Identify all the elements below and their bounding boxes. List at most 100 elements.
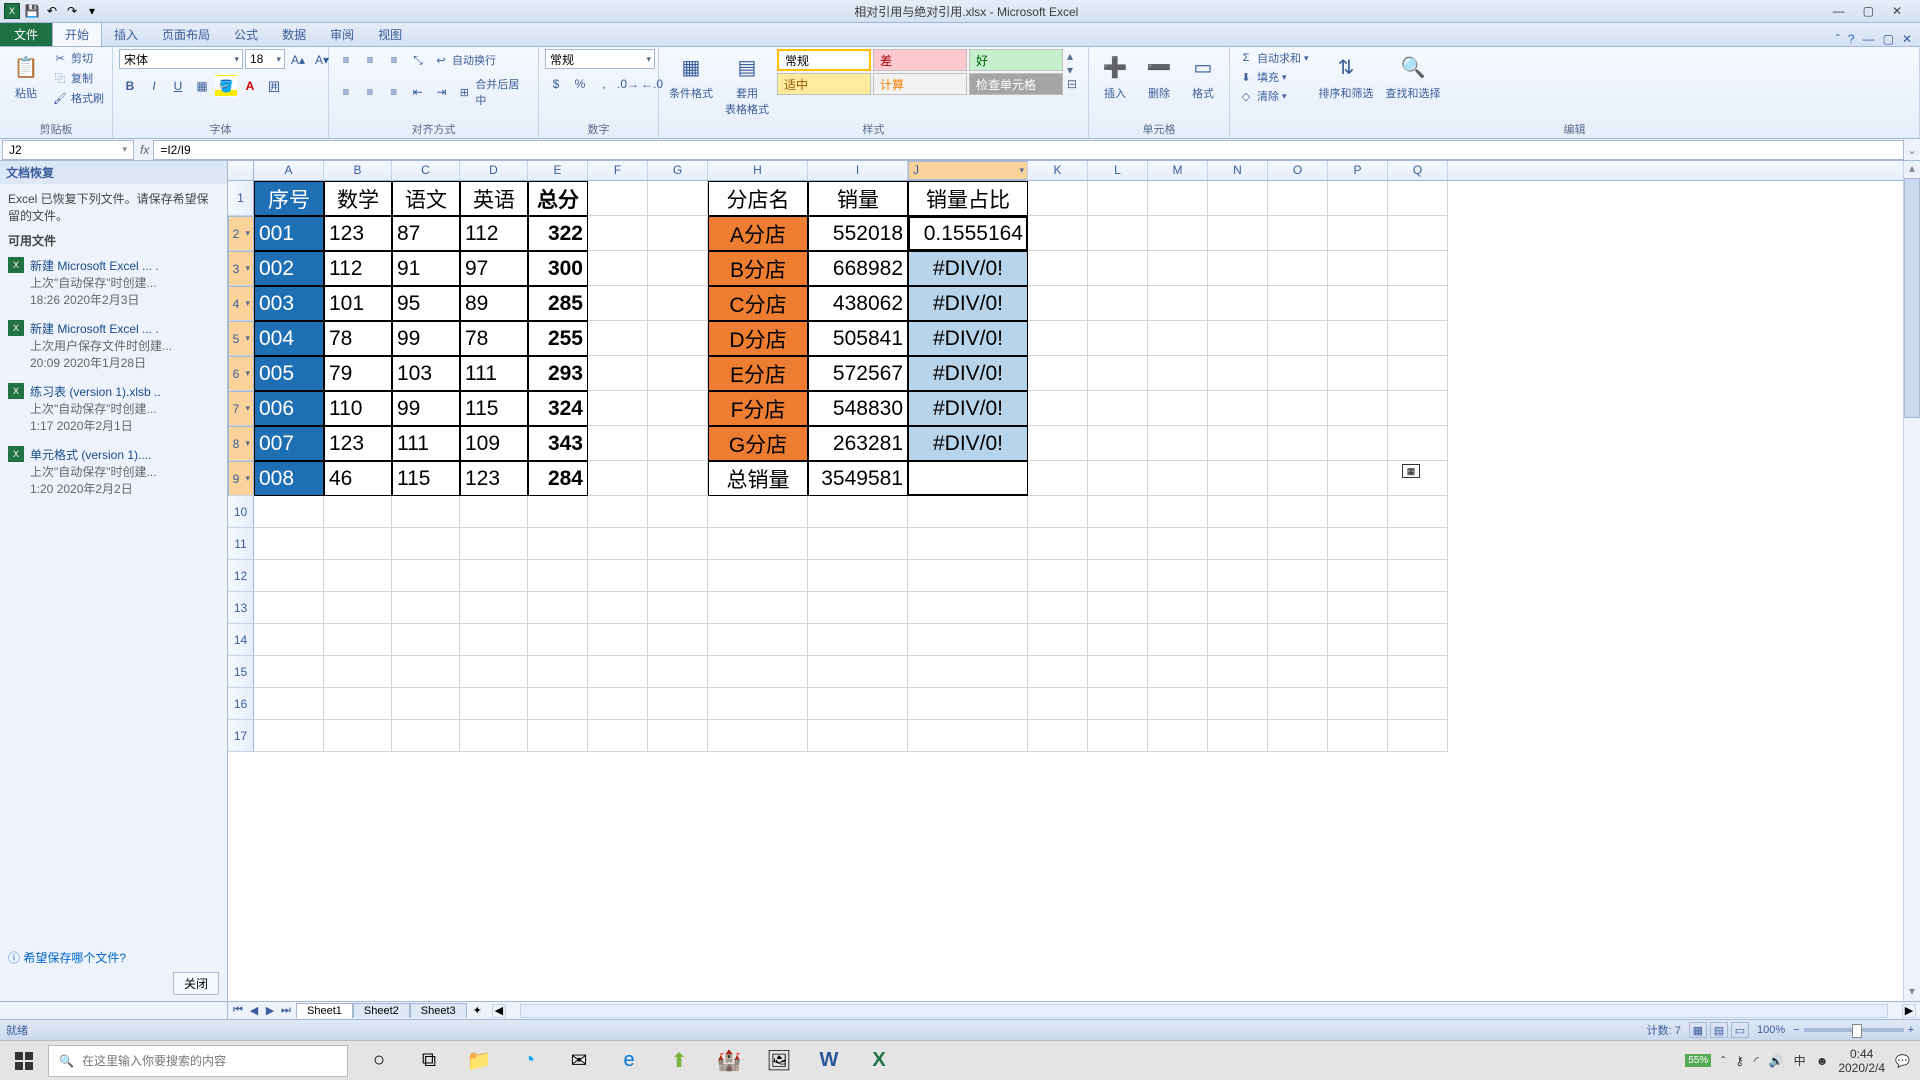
cell-N13[interactable] <box>1208 592 1268 624</box>
cell-J4[interactable]: #DIV/0! <box>908 286 1028 321</box>
cell-G1[interactable] <box>648 181 708 216</box>
column-header-Q[interactable]: Q <box>1388 161 1448 180</box>
cell-Q6[interactable] <box>1388 356 1448 391</box>
cell-D2[interactable]: 112 <box>460 216 528 251</box>
column-header-B[interactable]: B <box>324 161 392 180</box>
new-sheet-button[interactable]: ✦ <box>467 1004 488 1017</box>
network-icon[interactable]: ⚷ <box>1735 1054 1744 1068</box>
cell-B3[interactable]: 112 <box>324 251 392 286</box>
cell-M12[interactable] <box>1148 560 1208 592</box>
cell-G7[interactable] <box>648 391 708 426</box>
cell-Q7[interactable] <box>1388 391 1448 426</box>
cell-K8[interactable] <box>1028 426 1088 461</box>
cell-I13[interactable] <box>808 592 908 624</box>
cell-O7[interactable] <box>1268 391 1328 426</box>
cell-O13[interactable] <box>1268 592 1328 624</box>
style-good[interactable]: 好 <box>969 49 1063 71</box>
cell-H16[interactable] <box>708 688 808 720</box>
cell-M9[interactable] <box>1148 461 1208 496</box>
fill-color-button[interactable]: 🪣 <box>215 75 237 97</box>
cell-G15[interactable] <box>648 656 708 688</box>
cell-P10[interactable] <box>1328 496 1388 528</box>
recovery-item-2[interactable]: X练习表 (version 1).xlsb ..上次"自动保存"时创建...1:… <box>0 377 227 440</box>
cell-H6[interactable]: E分店 <box>708 356 808 391</box>
row-header-7[interactable]: 7 <box>228 391 254 426</box>
cell-B4[interactable]: 101 <box>324 286 392 321</box>
style-calc[interactable]: 计算 <box>873 73 967 95</box>
orientation-button[interactable]: ⤡ <box>407 49 429 71</box>
cell-Q10[interactable] <box>1388 496 1448 528</box>
row-header-6[interactable]: 6 <box>228 356 254 391</box>
cell-L14[interactable] <box>1088 624 1148 656</box>
cell-I14[interactable] <box>808 624 908 656</box>
redo-icon[interactable]: ↷ <box>64 3 80 19</box>
cell-K17[interactable] <box>1028 720 1088 752</box>
cell-B9[interactable]: 46 <box>324 461 392 496</box>
cell-E2[interactable]: 322 <box>528 216 588 251</box>
indent-inc-button[interactable]: ⇥ <box>431 81 453 103</box>
cell-A9[interactable]: 008 <box>254 461 324 496</box>
font-name-select[interactable]: 宋体 <box>119 49 243 69</box>
cell-L7[interactable] <box>1088 391 1148 426</box>
align-bottom-button[interactable]: ≡ <box>383 49 405 71</box>
cell-Q17[interactable] <box>1388 720 1448 752</box>
cell-A5[interactable]: 004 <box>254 321 324 356</box>
format-painter-button[interactable]: 🖌格式刷 <box>50 89 106 107</box>
autofill-options-icon[interactable]: ▦ <box>1402 464 1420 478</box>
cell-H15[interactable] <box>708 656 808 688</box>
cell-G12[interactable] <box>648 560 708 592</box>
cell-Q2[interactable] <box>1388 216 1448 251</box>
recovery-item-0[interactable]: X新建 Microsoft Excel ... .上次"自动保存"时创建...1… <box>0 251 227 314</box>
clear-button[interactable]: ◇清除▾ <box>1236 87 1311 105</box>
cell-J2[interactable]: 0.1555164 <box>908 216 1028 251</box>
cell-F10[interactable] <box>588 496 648 528</box>
cell-H9[interactable]: 总销量 <box>708 461 808 496</box>
cell-I7[interactable]: 548830 <box>808 391 908 426</box>
row-header-17[interactable]: 17 <box>228 720 254 752</box>
column-header-O[interactable]: O <box>1268 161 1328 180</box>
cell-D15[interactable] <box>460 656 528 688</box>
align-top-button[interactable]: ≡ <box>335 49 357 71</box>
cell-A8[interactable]: 007 <box>254 426 324 461</box>
cell-K4[interactable] <box>1028 286 1088 321</box>
cell-O8[interactable] <box>1268 426 1328 461</box>
cell-G10[interactable] <box>648 496 708 528</box>
cell-D16[interactable] <box>460 688 528 720</box>
sort-filter-button[interactable]: ⇅排序和筛选 <box>1315 49 1378 103</box>
cell-H4[interactable]: C分店 <box>708 286 808 321</box>
tab-insert[interactable]: 插入 <box>102 23 150 46</box>
cell-C12[interactable] <box>392 560 460 592</box>
cell-I5[interactable]: 505841 <box>808 321 908 356</box>
tab-layout[interactable]: 页面布局 <box>150 23 222 46</box>
cell-F15[interactable] <box>588 656 648 688</box>
cell-K15[interactable] <box>1028 656 1088 688</box>
taskview-icon[interactable]: ⧉ <box>406 1041 452 1081</box>
cell-I15[interactable] <box>808 656 908 688</box>
cell-M2[interactable] <box>1148 216 1208 251</box>
cell-I6[interactable]: 572567 <box>808 356 908 391</box>
grid-rows[interactable]: 1序号数学语文英语总分分店名销量销量占比200112387112322A分店55… <box>228 181 1920 1001</box>
minimize-button[interactable]: — <box>1833 4 1845 18</box>
excel-taskbar-icon[interactable]: X <box>856 1041 902 1081</box>
save-icon[interactable]: 💾 <box>24 3 40 19</box>
cell-F4[interactable] <box>588 286 648 321</box>
cell-I10[interactable] <box>808 496 908 528</box>
cell-O12[interactable] <box>1268 560 1328 592</box>
window-close-icon[interactable]: ✕ <box>1902 32 1912 46</box>
align-right-button[interactable]: ≡ <box>383 81 405 103</box>
view-layout[interactable]: ▤ <box>1710 1022 1728 1038</box>
row-header-15[interactable]: 15 <box>228 656 254 688</box>
cell-P9[interactable] <box>1328 461 1388 496</box>
battery-icon[interactable]: 55% <box>1685 1054 1711 1067</box>
cell-B16[interactable] <box>324 688 392 720</box>
cell-P13[interactable] <box>1328 592 1388 624</box>
cell-D6[interactable]: 111 <box>460 356 528 391</box>
column-header-E[interactable]: E <box>528 161 588 180</box>
tray-up-icon[interactable]: ˆ <box>1721 1054 1725 1068</box>
align-middle-button[interactable]: ≡ <box>359 49 381 71</box>
merge-center-button[interactable]: ⊞合并后居中 <box>454 75 532 109</box>
cell-M5[interactable] <box>1148 321 1208 356</box>
cell-F6[interactable] <box>588 356 648 391</box>
cell-E17[interactable] <box>528 720 588 752</box>
cell-A16[interactable] <box>254 688 324 720</box>
